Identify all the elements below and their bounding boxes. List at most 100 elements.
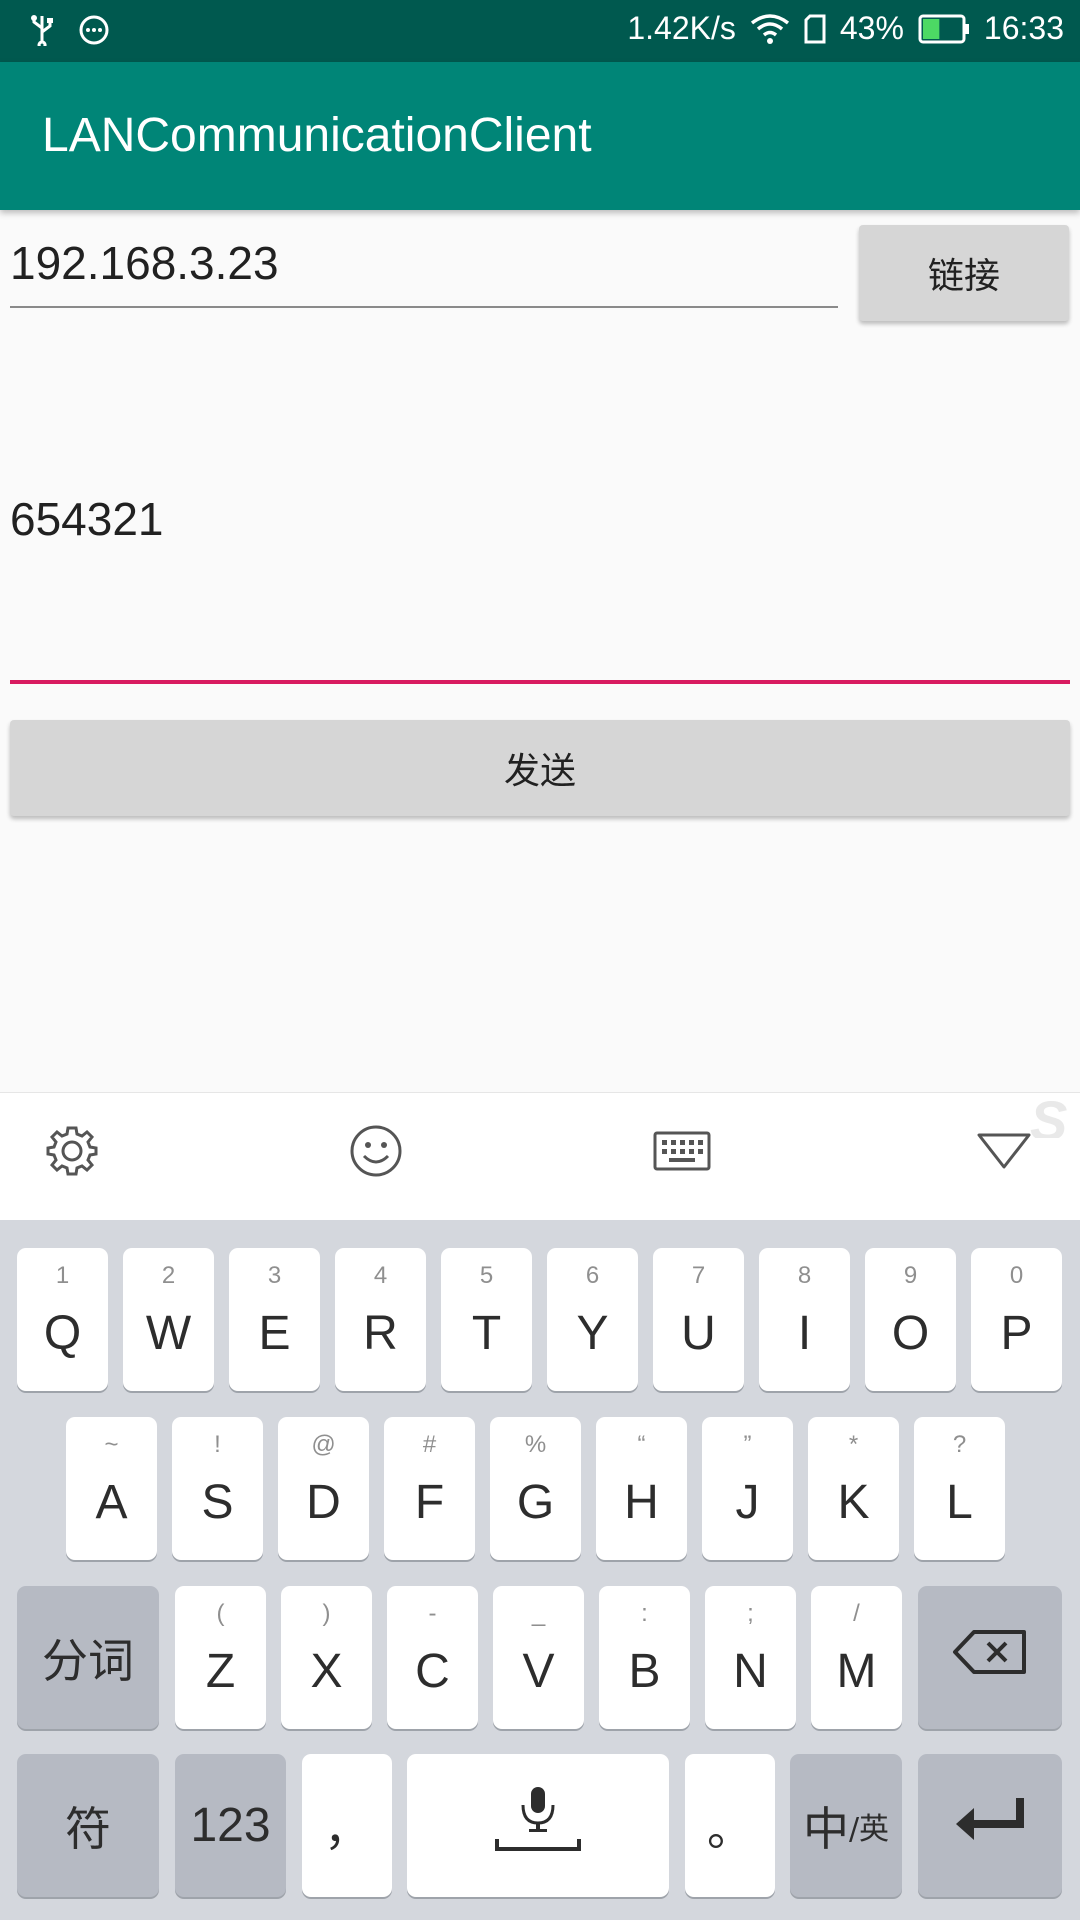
- key-label: C: [415, 1645, 450, 1698]
- key-label: D: [306, 1476, 341, 1529]
- keyboard-toolbar: [0, 1092, 1080, 1221]
- key-hint: :: [641, 1600, 648, 1627]
- key-f[interactable]: # F: [384, 1417, 475, 1560]
- key-y[interactable]: 6Y: [547, 1248, 638, 1391]
- key-hint: 4: [373, 1262, 388, 1289]
- key-j[interactable]: ” J: [702, 1417, 793, 1560]
- key-label: X: [310, 1645, 343, 1698]
- key-label: Q: [43, 1307, 82, 1360]
- key-hint: 7: [691, 1262, 706, 1289]
- settings-icon[interactable]: [44, 1123, 100, 1183]
- key-b[interactable]: :B: [599, 1586, 690, 1729]
- numbers-key-label: 123: [190, 1799, 271, 1852]
- key-hint: -: [428, 1600, 437, 1627]
- emoji-icon[interactable]: [348, 1123, 404, 1183]
- key-hint: !: [214, 1431, 221, 1458]
- key-q[interactable]: 1Q: [17, 1248, 108, 1391]
- send-button[interactable]: 发送: [10, 720, 1070, 816]
- collapse-keyboard-icon[interactable]: [974, 1123, 1034, 1183]
- numbers-key[interactable]: 123: [175, 1754, 286, 1897]
- key-t[interactable]: 5T: [441, 1248, 532, 1391]
- key-hint: %: [524, 1431, 547, 1458]
- microphone-icon: [493, 1785, 583, 1867]
- sogou-logo-icon: S: [1030, 1089, 1068, 1138]
- key-hint: 9: [903, 1262, 918, 1289]
- key-hint: ”: [743, 1431, 752, 1458]
- key-label: K: [837, 1476, 870, 1529]
- message-input[interactable]: 654321: [10, 340, 1070, 684]
- key-w[interactable]: 2W: [123, 1248, 214, 1391]
- key-r[interactable]: 4R: [335, 1248, 426, 1391]
- key-hint: ): [322, 1600, 331, 1627]
- key-label: E: [258, 1307, 291, 1360]
- key-label: P: [1000, 1307, 1033, 1360]
- key-u[interactable]: 7U: [653, 1248, 744, 1391]
- key-hint: 0: [1009, 1262, 1024, 1289]
- usb-icon: [28, 14, 56, 46]
- key-label: M: [836, 1645, 877, 1698]
- enter-icon: [952, 1794, 1028, 1858]
- key-m[interactable]: / M: [811, 1586, 902, 1729]
- backspace-icon: [952, 1629, 1028, 1687]
- send-button-label: 发送: [503, 751, 576, 792]
- keyboard: 1Q2W3E4R5T6Y7U8I9O0P ~ A! S @ D # F% G “H” J * K? L …: [0, 1220, 1080, 1920]
- key-s[interactable]: ! S: [172, 1417, 263, 1560]
- key-c[interactable]: -C: [387, 1586, 478, 1729]
- key-label: T: [471, 1307, 502, 1360]
- connect-button[interactable]: 链接: [859, 225, 1069, 321]
- message-icon: [78, 14, 110, 46]
- key-hint: 5: [479, 1262, 494, 1289]
- key-label: I: [797, 1307, 812, 1360]
- key-hint: *: [848, 1431, 859, 1458]
- symbols-key[interactable]: 符: [17, 1754, 159, 1897]
- ip-address-input[interactable]: 192.168.3.23: [10, 236, 838, 308]
- key-h[interactable]: “H: [596, 1417, 687, 1560]
- backspace-key[interactable]: [918, 1586, 1062, 1729]
- key-hint: /: [853, 1600, 860, 1627]
- language-sub-label: /英: [848, 1811, 890, 1847]
- key-z[interactable]: (Z: [175, 1586, 266, 1729]
- battery-icon: [918, 14, 970, 44]
- ip-address-value: 192.168.3.23: [10, 237, 279, 289]
- wifi-icon: [750, 13, 790, 45]
- key-o[interactable]: 9O: [865, 1248, 956, 1391]
- segment-key[interactable]: 分词: [17, 1586, 159, 1729]
- key-d[interactable]: @ D: [278, 1417, 369, 1560]
- key-label: O: [891, 1307, 930, 1360]
- key-label: H: [624, 1476, 659, 1529]
- key-e[interactable]: 3E: [229, 1248, 320, 1391]
- space-key[interactable]: [407, 1754, 669, 1897]
- period-key-label: 。: [707, 1801, 753, 1856]
- key-l[interactable]: ? L: [914, 1417, 1005, 1560]
- key-hint: 6: [585, 1262, 600, 1289]
- keyboard-icon[interactable]: [652, 1123, 712, 1183]
- connect-button-label: 链接: [927, 256, 1000, 297]
- enter-key[interactable]: [918, 1754, 1062, 1897]
- status-bar: 1.42K/s 43% 16:33: [0, 0, 1080, 62]
- key-hint: 1: [55, 1262, 70, 1289]
- key-label: B: [628, 1645, 661, 1698]
- key-hint: #: [422, 1431, 437, 1458]
- key-hint: ;: [747, 1600, 754, 1627]
- period-key[interactable]: 。: [685, 1754, 775, 1897]
- app-title: LANCommunicationClient: [42, 109, 592, 162]
- key-p[interactable]: 0P: [971, 1248, 1062, 1391]
- key-label: L: [946, 1476, 973, 1529]
- language-switch-key[interactable]: 中/英: [790, 1754, 902, 1897]
- key-a[interactable]: ~ A: [66, 1417, 157, 1560]
- key-g[interactable]: % G: [490, 1417, 581, 1560]
- app-bar: LANCommunicationClient: [0, 62, 1080, 210]
- key-n[interactable]: ; N: [705, 1586, 796, 1729]
- key-v[interactable]: _ V: [493, 1586, 584, 1729]
- key-label: U: [681, 1307, 716, 1360]
- segment-key-label: 分词: [42, 1633, 134, 1688]
- key-k[interactable]: * K: [808, 1417, 899, 1560]
- key-x[interactable]: ) X: [281, 1586, 372, 1729]
- sim-icon: [804, 14, 826, 44]
- key-label: R: [363, 1307, 398, 1360]
- key-hint: 8: [797, 1262, 812, 1289]
- comma-key[interactable]: ，: [302, 1754, 392, 1897]
- key-hint: (: [216, 1600, 225, 1627]
- key-i[interactable]: 8I: [759, 1248, 850, 1391]
- key-label: A: [95, 1476, 128, 1529]
